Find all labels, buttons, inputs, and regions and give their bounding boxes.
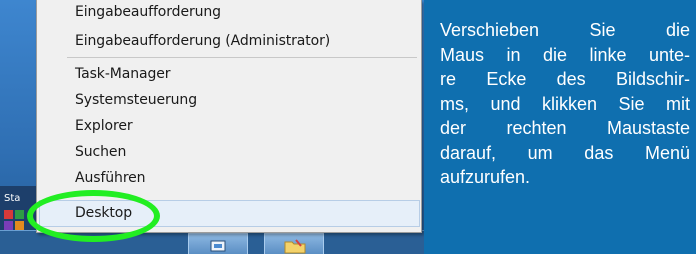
caption-line: Maus in die linke unte-	[440, 44, 690, 65]
network-icon	[210, 240, 226, 252]
caption-line: der rechten Maustaste	[440, 118, 690, 138]
menu-item-task-manager[interactable]: Task-Manager	[75, 66, 171, 82]
taskbar-button-internet-explorer[interactable]	[188, 233, 248, 254]
caption-line: aufzurufen.	[440, 167, 531, 187]
start-screen-label: Sta	[4, 193, 21, 204]
folder-icon	[284, 239, 306, 254]
menu-item-control-panel[interactable]: Systemsteuerung	[75, 92, 197, 108]
menu-item-command-prompt[interactable]: Eingabeaufforderung	[75, 4, 221, 20]
menu-separator	[67, 57, 417, 58]
start-tile	[15, 210, 24, 219]
start-tile	[4, 221, 13, 230]
desktop-screenshot: Sta Eingabeaufforderung Eingabeaufforder…	[0, 0, 424, 254]
caption-line: darauf, um das Menü	[440, 142, 690, 163]
caption-line: Verschieben Sie die	[440, 20, 690, 40]
menu-item-search[interactable]: Suchen	[75, 144, 126, 160]
instruction-caption-box: Verschieben Sie die Maus in die linke un…	[424, 0, 696, 254]
green-highlight-ring	[27, 190, 160, 242]
start-tile	[4, 210, 13, 219]
caption-line: ms, und klikken Sie mit	[440, 93, 690, 114]
start-tile	[15, 221, 24, 230]
caption-line: re Ecke des Bildschir-	[440, 69, 690, 89]
taskbar-button-file-explorer[interactable]	[264, 233, 324, 254]
menu-item-command-prompt-admin[interactable]: Eingabeaufforderung (Administrator)	[75, 33, 330, 49]
menu-item-file-explorer[interactable]: Explorer	[75, 118, 133, 134]
menu-item-run[interactable]: Ausführen	[75, 170, 146, 186]
instruction-text: Verschieben Sie die Maus in die linke un…	[440, 18, 690, 190]
